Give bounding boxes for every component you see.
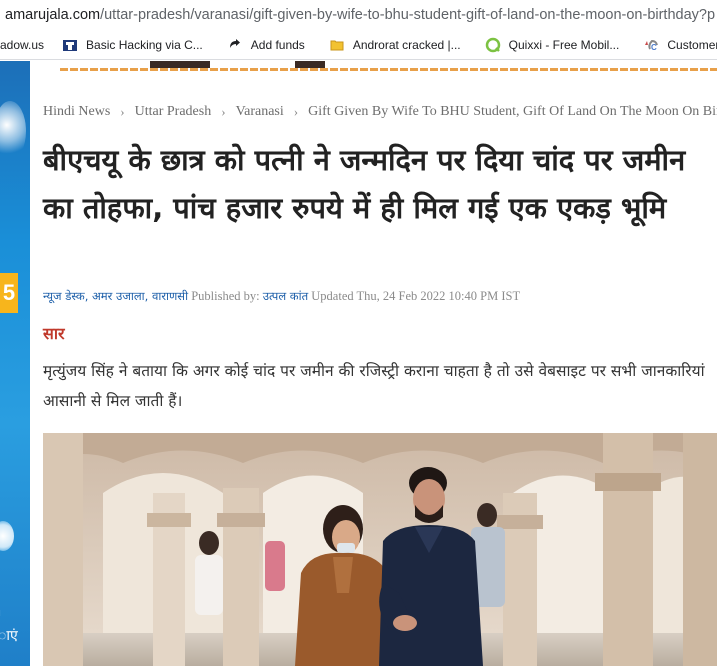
bookmark-quixxi[interactable]: Quixxi - Free Mobil... — [480, 33, 625, 57]
breadcrumb: Hindi News › Uttar Pradesh › Varanasi › … — [43, 104, 717, 120]
ad-coin-graphic — [0, 521, 14, 551]
url-path: /uttar-pradesh/varanasi/gift-given-by-wi… — [100, 7, 716, 23]
article-photo — [43, 433, 717, 666]
quixxi-icon — [485, 37, 501, 53]
byline-desk-link[interactable]: न्यूज डेस्क, अमर उजाला, वाराणसी — [43, 289, 188, 303]
url-domain: amarujala.com — [5, 7, 101, 23]
bookmark-label: Add funds — [250, 37, 305, 52]
article-headline: बीएचयू के छात्र को पत्नी ने जन्मदिन पर द… — [43, 143, 686, 225]
breadcrumb-item-uttar-pradesh[interactable]: Uttar Pradesh — [135, 104, 212, 120]
banner-graphic — [295, 61, 325, 68]
add-funds-icon — [227, 37, 243, 53]
bookmark-androrat[interactable]: Androrat cracked |... — [324, 33, 466, 57]
breadcrumb-separator: › — [293, 104, 299, 119]
bookmark-customer-service[interactable]: C Customer Service — [638, 33, 717, 57]
banner-stripe — [60, 68, 717, 71]
bookmark-basic-hacking[interactable]: Basic Hacking via C... — [57, 33, 208, 57]
bookmark-adow[interactable]: adow.us — [0, 33, 49, 57]
breadcrumb-item-current: Gift Given By Wife To BHU Student, Gift … — [308, 104, 717, 119]
hack-favicon-icon — [62, 37, 78, 53]
bookmark-label: Customer Service — [667, 37, 717, 52]
ad-swirl-graphic — [0, 101, 26, 161]
updated-timestamp: Updated Thu, 24 Feb 2022 10:40 PM IST — [311, 289, 521, 303]
published-by-label: Published by: — [191, 289, 260, 303]
bookmark-label: adow.us — [0, 37, 45, 52]
ad-text-line2: ाएं — [0, 628, 18, 644]
customer-service-icon: C — [643, 37, 659, 53]
bookmarks-bar: adow.us Basic Hacking via C... Add funds… — [0, 30, 717, 60]
breadcrumb-item-varanasi[interactable]: Varanasi — [236, 104, 284, 120]
bookmark-label: Androrat cracked |... — [352, 37, 461, 52]
summary-heading: सार — [43, 324, 65, 343]
ad-text-line1: ı — [0, 606, 1, 619]
breadcrumb-item-hindi-news[interactable]: Hindi News — [43, 104, 110, 120]
ad-badge: 5 — [0, 273, 18, 313]
breadcrumb-separator: › — [221, 104, 226, 119]
top-banner-ad[interactable] — [60, 61, 717, 77]
svg-text:C: C — [651, 43, 657, 52]
left-side-ad[interactable]: 5 ı ाएं — [0, 61, 30, 666]
banner-graphic — [150, 61, 210, 68]
summary-text: मृत्युंजय सिंह ने बताया कि अगर कोई चांद … — [43, 362, 705, 410]
address-bar[interactable]: amarujala.com/uttar-pradesh/varanasi/gif… — [0, 0, 717, 30]
folder-icon — [329, 37, 345, 53]
article-byline: न्यूज डेस्क, अमर उजाला, वाराणसी Publishe… — [43, 289, 717, 304]
bookmark-label: Quixxi - Free Mobil... — [508, 37, 620, 52]
byline-author-link[interactable]: उत्पल कांत — [263, 289, 308, 303]
bookmark-label: Basic Hacking via C... — [86, 37, 203, 52]
bookmark-add-funds[interactable]: Add funds — [222, 33, 310, 57]
breadcrumb-separator: › — [120, 104, 125, 119]
